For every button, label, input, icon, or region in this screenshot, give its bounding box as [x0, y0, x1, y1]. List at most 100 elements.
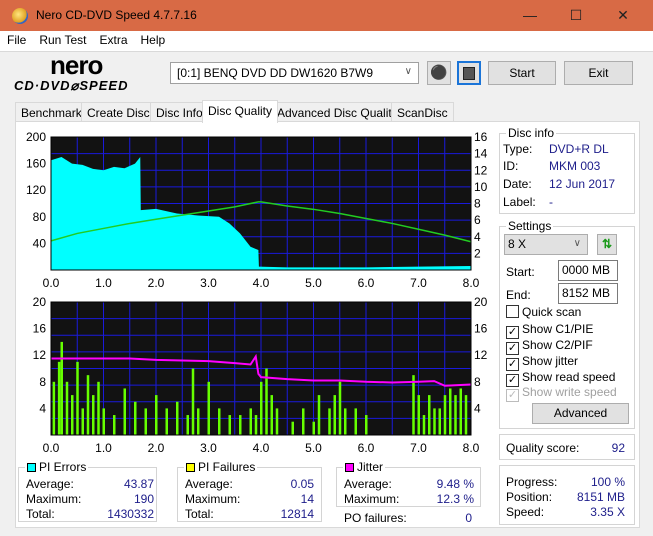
show-c2-checkbox[interactable]: ✓ Show C2/PIF: [506, 338, 593, 355]
start-button[interactable]: Start: [488, 61, 556, 85]
pi-failures-bar: [207, 381, 210, 435]
app-window: Nero CD-DVD Speed 4.7.7.16 — ☐ ✕ File Run…: [0, 0, 653, 536]
y2-tick-label: 10: [474, 180, 488, 194]
menu-extra[interactable]: Extra: [93, 31, 133, 49]
pi-failures-bar: [365, 415, 368, 435]
pi-failures-bar: [144, 408, 147, 435]
jitter-avg-value: 9.48 %: [436, 477, 474, 491]
chevron-down-icon: ∨: [404, 66, 412, 77]
menu-run-test[interactable]: Run Test: [33, 31, 92, 49]
jitter-swatch: [345, 463, 354, 472]
speed-select-value: 8 X: [508, 237, 527, 251]
exit-button[interactable]: Exit: [564, 61, 633, 85]
app-icon: [12, 8, 28, 24]
speed-value: 3.35 X: [590, 505, 625, 519]
pi-failures-bar: [97, 381, 100, 435]
save-button[interactable]: [457, 61, 481, 85]
tab-scandisc[interactable]: ScanDisc: [391, 102, 454, 122]
pi-failures-bar: [134, 401, 137, 435]
y2-tick-label: 12: [474, 163, 488, 177]
x-tick-label: 7.0: [410, 441, 427, 455]
end-label: End:: [506, 288, 531, 302]
quick-scan-checkbox[interactable]: Quick scan: [506, 305, 581, 319]
disc-date-label: Date:: [503, 177, 532, 191]
advanced-button[interactable]: Advanced: [532, 403, 629, 424]
y2-tick-label: 14: [474, 147, 488, 161]
start-field[interactable]: 0000 MB: [558, 260, 618, 281]
progress-value: 100 %: [590, 475, 625, 489]
pi-failures-title-text: PI Failures: [198, 460, 256, 474]
pi-failures-bar: [123, 388, 126, 435]
pi-failures-bar: [249, 408, 252, 435]
tab-create-disc[interactable]: Create Disc: [81, 102, 156, 122]
y2-tick-label: 16: [474, 322, 488, 336]
drive-select[interactable]: [0:1] BENQ DVD DD DW1620 B7W9 ∨: [170, 62, 419, 84]
pi-failures-bar: [197, 408, 200, 435]
pi-failures-bar: [239, 415, 242, 435]
disc-date-value: 12 Jun 2017: [549, 177, 616, 191]
disc-id-value: MKM 003: [549, 159, 601, 173]
drive-info-button[interactable]: ⚫: [427, 61, 451, 85]
tab-benchmark[interactable]: Benchmark: [15, 102, 88, 122]
maximize-button[interactable]: ☐: [553, 0, 599, 31]
x-tick-label: 1.0: [95, 441, 112, 455]
show-write-speed-checkbox: ✓ Show write speed: [506, 385, 617, 402]
pi-failures-bar: [218, 408, 221, 435]
pi-failures-bar: [57, 361, 61, 435]
x-tick-label: 0.0: [43, 276, 60, 290]
disc-label-value: -: [549, 195, 553, 209]
speed-select[interactable]: 8 X ∨: [504, 234, 588, 255]
x-tick-label: 2.0: [148, 441, 165, 455]
show-write-speed-label: Show write speed: [522, 385, 617, 399]
pi-failures-bar: [76, 361, 79, 435]
pi-failures-max-value: 14: [300, 492, 314, 506]
refresh-speed-button[interactable]: ⇅: [597, 234, 617, 255]
pi-failures-bar: [317, 395, 321, 435]
close-button[interactable]: ✕: [600, 0, 646, 31]
pi-failures-bar: [291, 421, 294, 435]
end-field[interactable]: 8152 MB: [558, 283, 618, 304]
pi-errors-total-label: Total:: [26, 507, 55, 521]
pi-errors-swatch: [27, 463, 36, 472]
minimize-button[interactable]: —: [507, 0, 553, 31]
pi-failures-bar: [417, 395, 420, 435]
show-read-speed-label: Show read speed: [522, 370, 616, 384]
pi-failures-bar: [412, 375, 415, 435]
chain-icon: ⚫: [430, 64, 448, 80]
y2-tick-label: 16: [474, 130, 488, 144]
pi-failures-bar: [328, 408, 331, 435]
po-failures-value: 0: [465, 511, 472, 525]
menu-help[interactable]: Help: [135, 31, 172, 49]
disc-label-label: Label:: [503, 195, 536, 209]
pi-failures-bar: [333, 395, 336, 435]
pi-failures-bar: [155, 395, 158, 435]
tab-disc-quality[interactable]: Disc Quality: [202, 100, 279, 123]
disc-type-value: DVD+R DL: [549, 142, 609, 156]
show-jitter-checkbox[interactable]: ✓ Show jitter: [506, 354, 578, 371]
jitter-title: Jitter: [343, 460, 385, 474]
y-tick-label: 16: [33, 322, 47, 336]
settings-title: Settings: [508, 219, 552, 233]
y2-tick-label: 4: [474, 401, 481, 415]
tab-advanced-disc-quality[interactable]: Advanced Disc Quality: [271, 102, 404, 122]
show-c1-checkbox[interactable]: ✓ Show C1/PIE: [506, 322, 593, 339]
x-tick-label: 0.0: [43, 441, 60, 455]
pi-failures-total-value: 12814: [280, 507, 314, 521]
pi-errors-total-value: 1430332: [107, 507, 154, 521]
window-title: Nero CD-DVD Speed 4.7.7.16: [36, 8, 197, 22]
pi-failures-bar: [260, 381, 263, 435]
y-tick-label: 80: [33, 210, 47, 224]
quality-score-value: 92: [611, 441, 625, 455]
pi-failures-bar: [449, 388, 452, 435]
x-tick-label: 7.0: [410, 276, 427, 290]
pi-failures-bar: [275, 408, 279, 435]
y2-tick-label: 8: [474, 375, 481, 389]
pi-failures-bar: [191, 368, 195, 435]
x-tick-label: 1.0: [95, 276, 112, 290]
pi-failures-max-label: Maximum:: [185, 492, 241, 506]
tab-disc-info[interactable]: Disc Info: [150, 102, 209, 122]
x-tick-label: 6.0: [358, 276, 375, 290]
menu-file[interactable]: File: [1, 31, 32, 49]
pi-errors-avg-value: 43.87: [123, 477, 154, 491]
pi-errors-title: PI Errors: [25, 460, 88, 474]
